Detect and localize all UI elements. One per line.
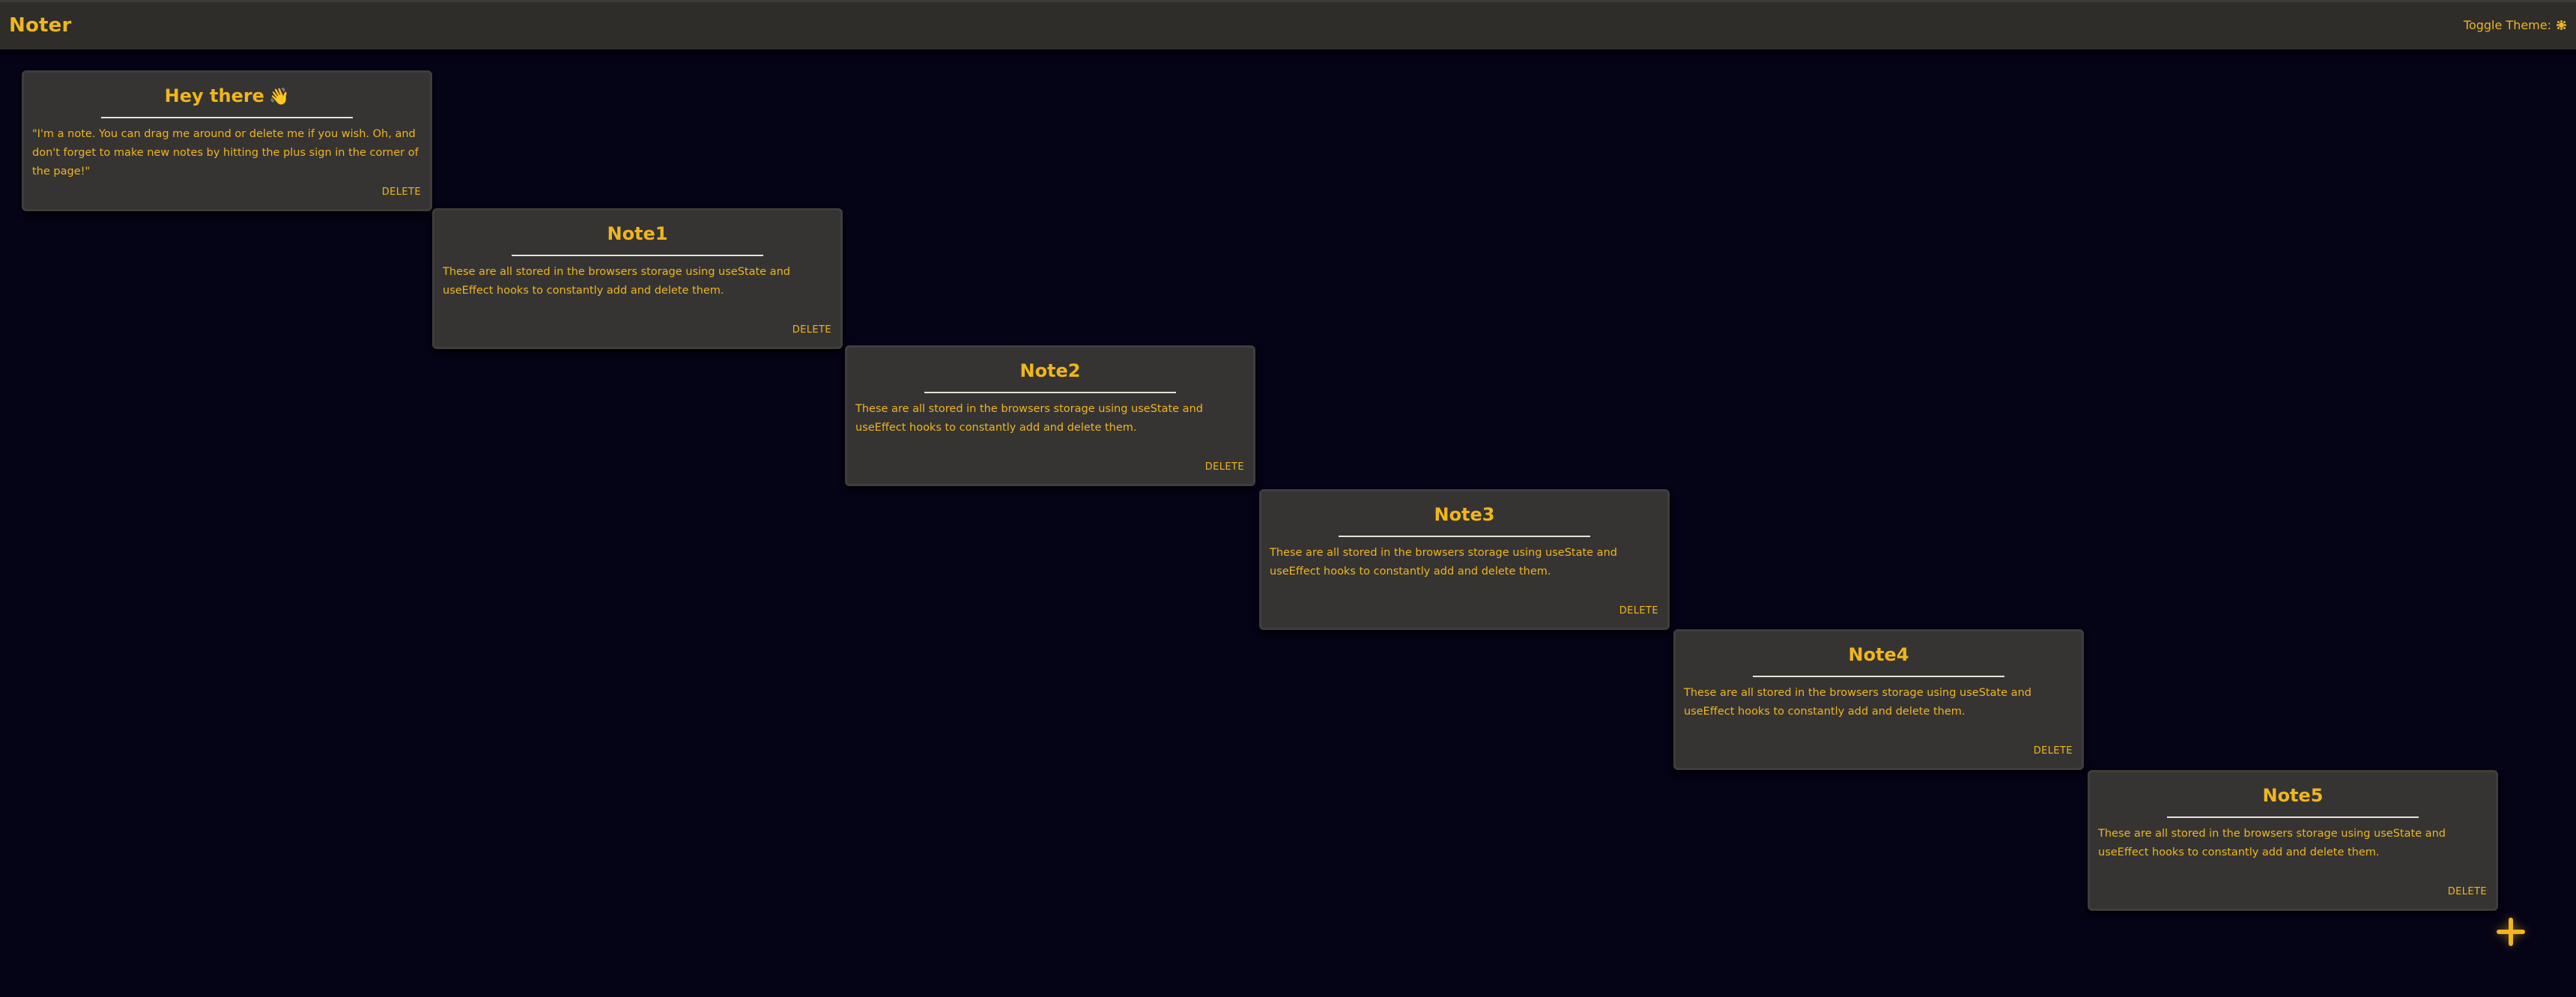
waving-hand-icon: 👋: [268, 88, 290, 106]
note-title-text: Hey there: [164, 85, 264, 106]
note-card[interactable]: Note2 These are all stored in the browse…: [845, 345, 1255, 486]
delete-button[interactable]: DELETE: [2034, 745, 2073, 757]
note-body: These are all stored in the browsers sto…: [1684, 687, 2031, 718]
delete-button[interactable]: DELETE: [382, 187, 421, 198]
note-title: Note2: [1019, 360, 1081, 381]
note-divider: [512, 255, 763, 256]
note-title: Note4: [1848, 644, 1909, 665]
note-body: These are all stored in the browsers sto…: [2098, 828, 2446, 858]
note-divider: [1339, 536, 1590, 537]
note-divider: [1753, 676, 2004, 677]
note-title: Hey there 👋: [24, 85, 430, 109]
note-body: These are all stored in the browsers sto…: [1270, 547, 1617, 578]
delete-button[interactable]: DELETE: [793, 324, 831, 336]
note-divider: [924, 392, 1176, 393]
delete-button[interactable]: DELETE: [1205, 461, 1244, 473]
theme-toggle-label: Toggle Theme:: [2463, 18, 2551, 32]
note-body: These are all stored in the browsers sto…: [443, 266, 790, 297]
note-title: Note5: [2262, 785, 2324, 806]
add-note-button[interactable]: [2490, 912, 2530, 952]
note-body: These are all stored in the browsers sto…: [855, 403, 1203, 434]
note-title: Note3: [1434, 504, 1495, 525]
theme-toggle[interactable]: Toggle Theme:: [2464, 18, 2567, 32]
note-card[interactable]: Note4 These are all stored in the browse…: [1673, 629, 2084, 770]
sun-icon[interactable]: [2556, 19, 2567, 31]
note-card[interactable]: Note3 These are all stored in the browse…: [1259, 489, 1670, 630]
note-card[interactable]: Hey there 👋 "I'm a note. You can drag me …: [22, 70, 432, 211]
note-card[interactable]: Note5 These are all stored in the browse…: [2088, 770, 2498, 911]
delete-button[interactable]: DELETE: [1619, 605, 1658, 616]
top-navbar: Noter Toggle Theme:: [0, 0, 2576, 49]
note-divider: [2167, 816, 2419, 818]
note-body: "I'm a note. You can drag me around or d…: [32, 128, 419, 178]
note-title: Note1: [607, 223, 668, 244]
note-card[interactable]: Note1 These are all stored in the browse…: [432, 208, 843, 349]
delete-button[interactable]: DELETE: [2448, 886, 2487, 897]
app-title[interactable]: Noter: [9, 14, 72, 37]
note-divider: [101, 117, 353, 118]
